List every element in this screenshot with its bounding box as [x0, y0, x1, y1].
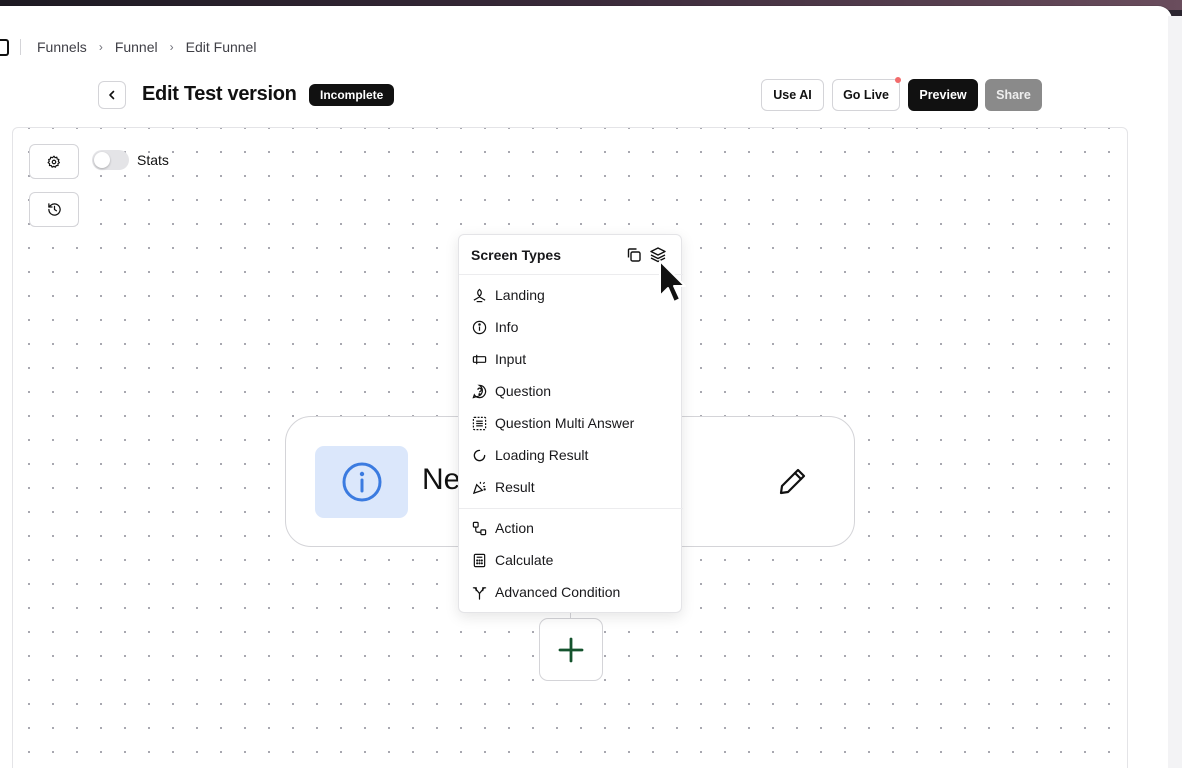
- status-badge: Incomplete: [309, 84, 395, 106]
- breadcrumb-funnel[interactable]: Funnel: [115, 39, 158, 55]
- node-title: Ne: [422, 463, 461, 496]
- menu-item-label: Input: [495, 351, 527, 367]
- loading-icon: [471, 447, 487, 463]
- window-edge: [1168, 16, 1182, 768]
- menu-header: Screen Types: [459, 235, 683, 275]
- pencil-icon[interactable]: [778, 466, 808, 496]
- menu-item-label: Loading Result: [495, 447, 589, 463]
- go-live-button[interactable]: Go Live: [832, 79, 900, 111]
- party-popper-icon: [471, 479, 487, 495]
- action-icon: [471, 520, 487, 536]
- menu-item-result[interactable]: Result: [459, 472, 683, 502]
- menu-item-label: Info: [495, 319, 519, 335]
- breadcrumb: Funnels › Funnel › Edit Funnel: [0, 38, 256, 56]
- history-button[interactable]: [29, 192, 79, 227]
- mouse-cursor-icon: [659, 260, 686, 303]
- menu-item-calculate[interactable]: Calculate: [459, 545, 683, 575]
- preview-button[interactable]: Preview: [908, 79, 978, 111]
- calculator-icon: [471, 552, 487, 568]
- breadcrumb-edit-funnel: Edit Funnel: [185, 39, 257, 55]
- node-icon-container: [315, 446, 408, 518]
- multi-answer-icon: [471, 415, 487, 431]
- menu-item-label: Question: [495, 383, 552, 399]
- question-icon: [471, 383, 487, 399]
- menu-item-advanced-condition[interactable]: Advanced Condition: [459, 577, 683, 607]
- use-ai-button[interactable]: Use AI: [761, 79, 824, 111]
- landing-icon: [471, 287, 487, 303]
- stats-toggle[interactable]: [92, 150, 129, 170]
- add-node-button[interactable]: [539, 618, 603, 681]
- menu-title: Screen Types: [471, 247, 562, 263]
- settings-button[interactable]: [29, 144, 79, 179]
- menu-item-action[interactable]: Action: [459, 513, 683, 543]
- menu-item-info[interactable]: Info: [459, 312, 683, 342]
- menu-item-input[interactable]: Input: [459, 344, 683, 374]
- chevron-left-icon: [109, 90, 115, 100]
- chevron-right-icon: ›: [98, 40, 103, 54]
- menu-item-label: Question Multi Answer: [495, 415, 635, 431]
- menu-item-label: Result: [495, 479, 535, 495]
- gear-icon: [47, 155, 61, 168]
- menu-item-loading-result[interactable]: Loading Result: [459, 440, 683, 470]
- share-button[interactable]: Share: [985, 79, 1042, 111]
- split-icon: [471, 584, 487, 600]
- notification-dot: [895, 77, 901, 83]
- page-title: Edit Test version: [142, 83, 297, 105]
- history-icon: [47, 203, 61, 216]
- chevron-right-icon: ›: [169, 40, 174, 54]
- menu-item-question-multi-answer[interactable]: Question Multi Answer: [459, 408, 683, 438]
- menu-divider: [459, 508, 683, 509]
- menu-item-question[interactable]: Question: [459, 376, 683, 406]
- screen-types-menu: Screen Types Landing Info Input Question…: [458, 234, 683, 613]
- back-button[interactable]: [98, 81, 126, 109]
- info-icon: [471, 319, 487, 335]
- menu-item-label: Advanced Condition: [495, 584, 621, 600]
- stats-label: Stats: [137, 152, 169, 168]
- menu-item-label: Calculate: [495, 552, 554, 568]
- info-icon: [342, 462, 381, 502]
- breadcrumb-funnels[interactable]: Funnels: [37, 39, 87, 55]
- menu-item-label: Action: [495, 520, 534, 536]
- breadcrumb-divider: [20, 39, 21, 55]
- menu-item-label: Landing: [495, 287, 545, 303]
- plus-icon: [558, 637, 584, 662]
- toggle-knob: [94, 152, 110, 168]
- menu-item-landing[interactable]: Landing: [459, 280, 683, 310]
- sidebar-toggle-icon[interactable]: [0, 38, 9, 56]
- copy-icon[interactable]: [625, 246, 643, 264]
- input-icon: [471, 351, 487, 367]
